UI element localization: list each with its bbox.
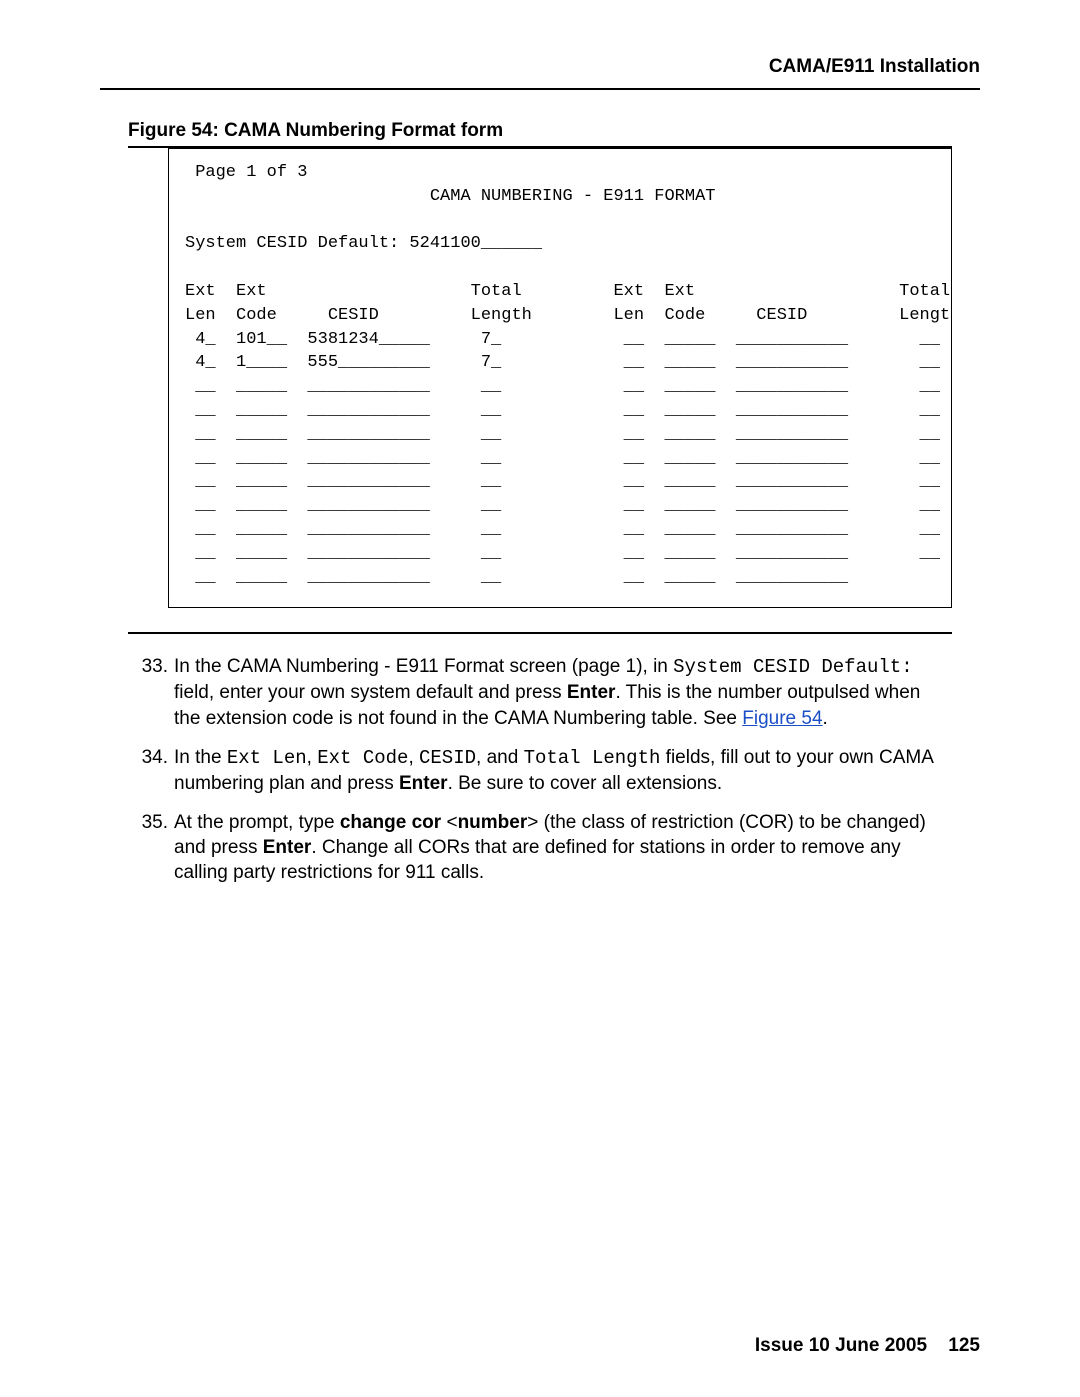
text: , (408, 747, 419, 768)
issue-date: Issue 10 June 2005 (755, 1335, 927, 1356)
text: In the CAMA Numbering - E911 Format scre… (174, 656, 673, 677)
figure-bottom-rule (128, 632, 952, 634)
text: < (441, 812, 457, 833)
step-number: 33. (128, 654, 174, 730)
mono-text: Ext Len (227, 747, 307, 769)
figure-caption: Figure 54: CAMA Numbering Format form (128, 120, 952, 142)
divider-top (100, 88, 980, 90)
mono-text: System CESID Default: (673, 656, 912, 678)
bold-text: Enter (263, 837, 312, 858)
page-number: 125 (948, 1335, 980, 1356)
steps-list: 33. In the CAMA Numbering - E911 Format … (128, 654, 952, 885)
step-34: 34. In the Ext Len, Ext Code, CESID, and… (128, 745, 952, 796)
bold-text: number (458, 812, 528, 833)
step-33: 33. In the CAMA Numbering - E911 Format … (128, 654, 952, 730)
mono-text: CESID (419, 747, 476, 769)
section-header: CAMA/E911 Installation (100, 56, 980, 78)
step-number: 34. (128, 745, 174, 796)
bold-text: change cor (340, 812, 441, 833)
figure-link[interactable]: Figure 54 (742, 708, 822, 729)
text: field, enter your own system default and… (174, 682, 567, 703)
terminal-screen: Page 1 of 3 CAMA NUMBERING - E911 FORMAT… (168, 148, 952, 608)
text: , (307, 747, 318, 768)
step-35: 35. At the prompt, type change cor <numb… (128, 810, 952, 885)
step-body: At the prompt, type change cor <number> … (174, 810, 952, 885)
step-body: In the Ext Len, Ext Code, CESID, and Tot… (174, 745, 952, 796)
mono-text: Ext Code (317, 747, 408, 769)
step-body: In the CAMA Numbering - E911 Format scre… (174, 654, 952, 730)
step-number: 35. (128, 810, 174, 885)
text: . (823, 708, 828, 729)
mono-text: Total Length (524, 747, 661, 769)
text: At the prompt, type (174, 812, 340, 833)
text: In the (174, 747, 227, 768)
text: , and (476, 747, 524, 768)
bold-text: Enter (567, 682, 616, 703)
page: CAMA/E911 Installation Figure 54: CAMA N… (0, 0, 1080, 1397)
text: . Be sure to cover all extensions. (448, 773, 723, 794)
page-footer: Issue 10 June 2005 125 (755, 1335, 980, 1357)
bold-text: Enter (399, 773, 448, 794)
